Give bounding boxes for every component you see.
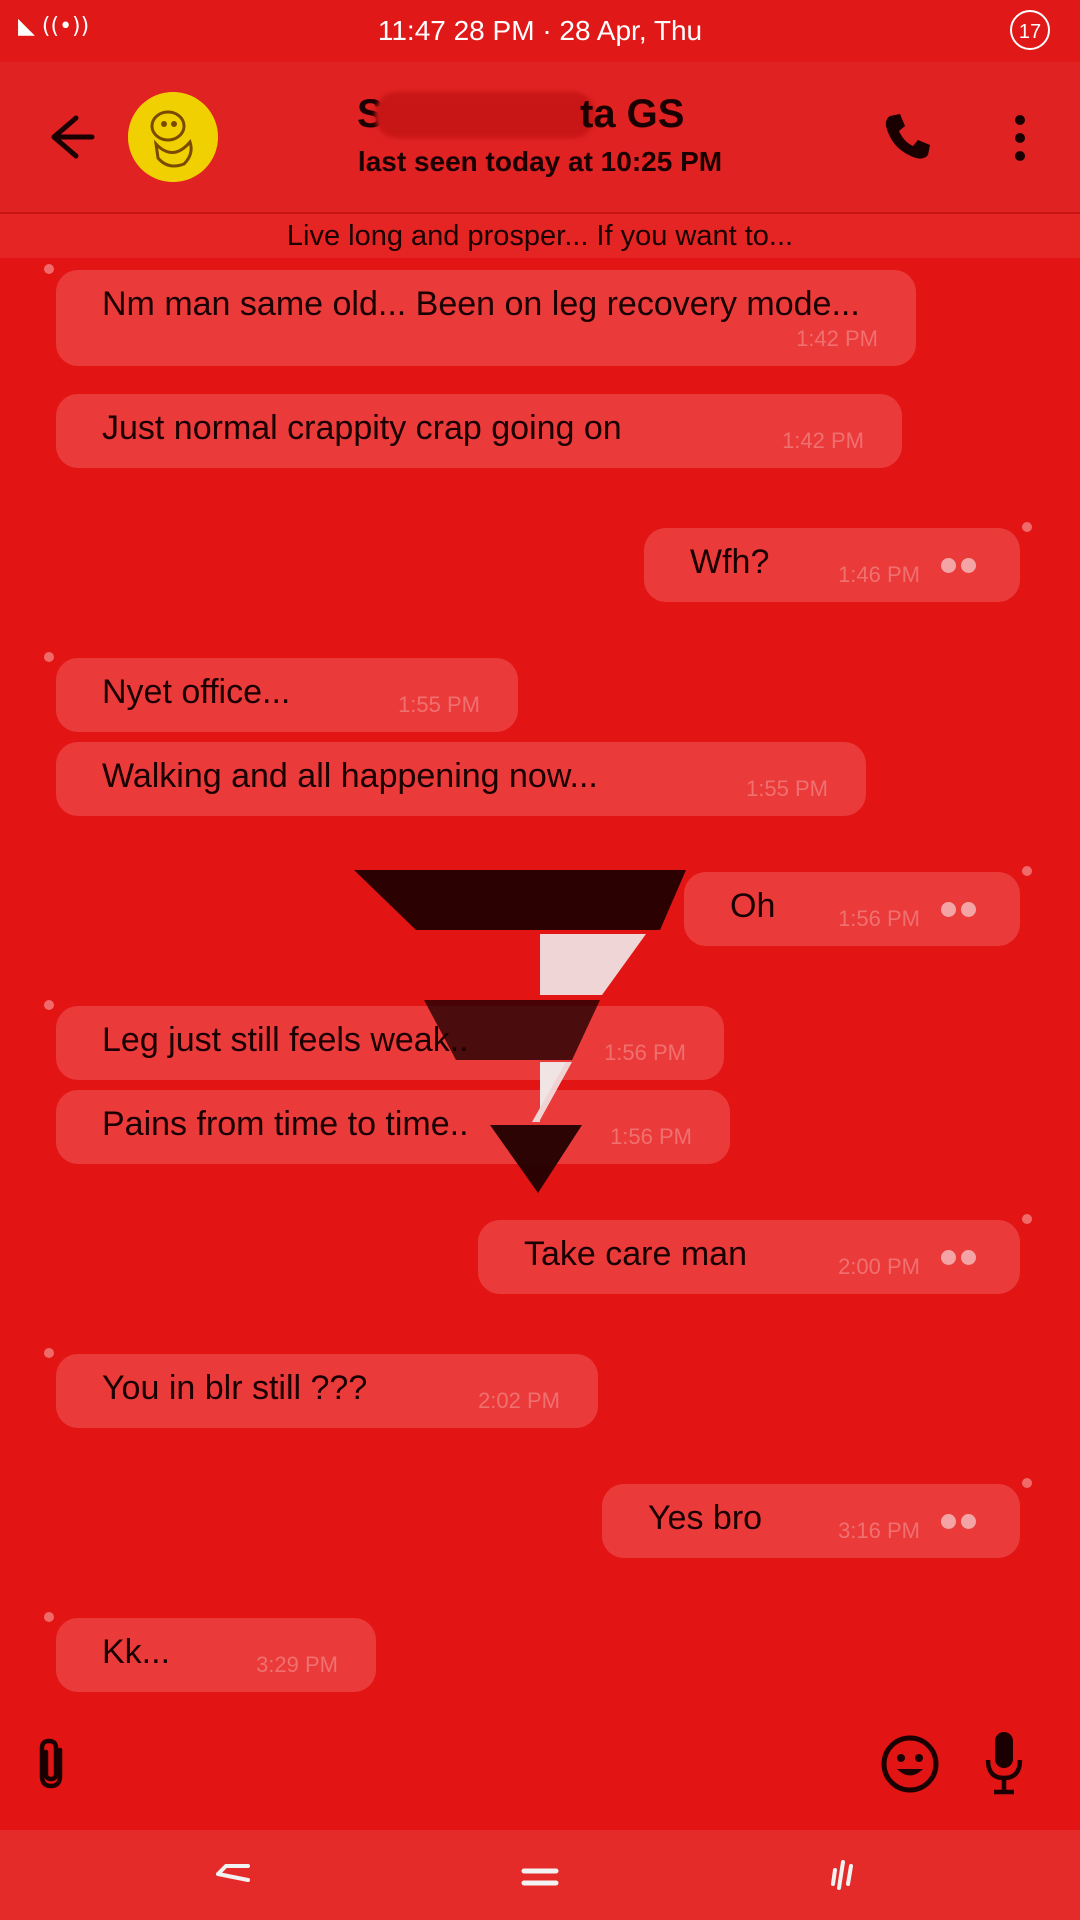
system-nav-bar: [0, 1830, 1080, 1920]
bubble-tail: [44, 652, 54, 662]
bubble-tail: [1022, 866, 1032, 876]
message-bubble-incoming[interactable]: Nyet office... 1:55 PM: [56, 658, 518, 732]
attach-icon[interactable]: [32, 1736, 72, 1792]
read-receipt-icon: [936, 1499, 976, 1538]
message-bubble-incoming[interactable]: Walking and all happening now... 1:55 PM: [56, 742, 866, 816]
emoji-icon[interactable]: [880, 1734, 940, 1794]
message-time: 2:02 PM: [478, 1388, 560, 1413]
watermark-logo-icon: [354, 870, 686, 1193]
message-time: 1:46 PM: [838, 562, 920, 587]
message-time: 1:42 PM: [796, 326, 878, 351]
input-bar: [0, 1706, 1080, 1826]
message-text: Walking and all happening now...: [102, 757, 598, 795]
contact-status-message: Live long and prosper... If you want to.…: [0, 212, 1080, 258]
avatar[interactable]: [128, 92, 218, 182]
message-time: 1:42 PM: [782, 428, 864, 453]
status-time: 11:47 28 PM · 28 Apr, Thu: [377, 15, 703, 46]
message-bubble-outgoing[interactable]: Yes bro 3:16 PM: [602, 1484, 1020, 1558]
back-arrow-icon[interactable]: [40, 112, 100, 162]
message-bubble-outgoing[interactable]: Take care man 2:00 PM: [478, 1220, 1020, 1294]
bubble-tail: [1022, 1478, 1032, 1488]
bubble-tail: [44, 1000, 54, 1010]
message-bubble-outgoing[interactable]: Wfh? 1:46 PM: [644, 528, 1020, 602]
bubble-tail: [1022, 522, 1032, 532]
message-text: Just normal crappity crap going on: [102, 409, 622, 447]
message-bubble-outgoing[interactable]: Oh 1:56 PM: [684, 872, 1020, 946]
message-time: 1:55 PM: [746, 776, 828, 801]
phone-icon[interactable]: [880, 108, 936, 164]
more-vertical-icon[interactable]: [1002, 112, 1038, 168]
message-time: 1:56 PM: [838, 906, 920, 931]
message-time: 3:29 PM: [256, 1652, 338, 1677]
redaction-mark: [375, 92, 595, 138]
message-time: 3:16 PM: [838, 1518, 920, 1543]
message-bubble-incoming[interactable]: Just normal crappity crap going on 1:42 …: [56, 394, 902, 468]
message-text: Yes bro: [648, 1499, 763, 1537]
notification-count-badge: 17: [1010, 10, 1050, 50]
contact-title[interactable]: S ta GS last seen today at 10:25 PM: [240, 92, 840, 178]
status-bar: ◣ ((•)) 11:47 28 PM · 28 Apr, Thu 17: [0, 0, 1080, 62]
message-bubble-incoming[interactable]: Nm man same old... Been on leg recovery …: [56, 270, 916, 366]
nav-back-icon[interactable]: [212, 1858, 252, 1888]
nav-recent-icon[interactable]: [828, 1856, 860, 1892]
bubble-tail: [44, 1612, 54, 1622]
bubble-tail: [44, 264, 54, 274]
read-receipt-icon: [936, 1235, 976, 1274]
message-bubble-incoming[interactable]: Kk... 3:29 PM: [56, 1618, 376, 1692]
read-receipt-icon: [936, 543, 976, 582]
message-time: 2:00 PM: [838, 1254, 920, 1279]
bubble-tail: [44, 1348, 54, 1358]
last-seen-text: last seen today at 10:25 PM: [357, 146, 723, 177]
message-text: Nm man same old... Been on leg recovery …: [102, 285, 860, 323]
read-receipt-icon: [936, 887, 976, 926]
chat-header: S ta GS last seen today at 10:25 PM: [0, 62, 1080, 212]
nav-home-icon[interactable]: [520, 1862, 560, 1892]
bubble-tail: [1022, 1214, 1032, 1224]
avatar-image-icon: [128, 92, 218, 182]
contact-name: S ta GS: [357, 92, 685, 138]
message-text: Wfh?: [690, 543, 770, 581]
message-time: 1:55 PM: [398, 692, 480, 717]
microphone-icon[interactable]: [984, 1730, 1024, 1796]
message-bubble-incoming[interactable]: You in blr still ??? 2:02 PM: [56, 1354, 598, 1428]
